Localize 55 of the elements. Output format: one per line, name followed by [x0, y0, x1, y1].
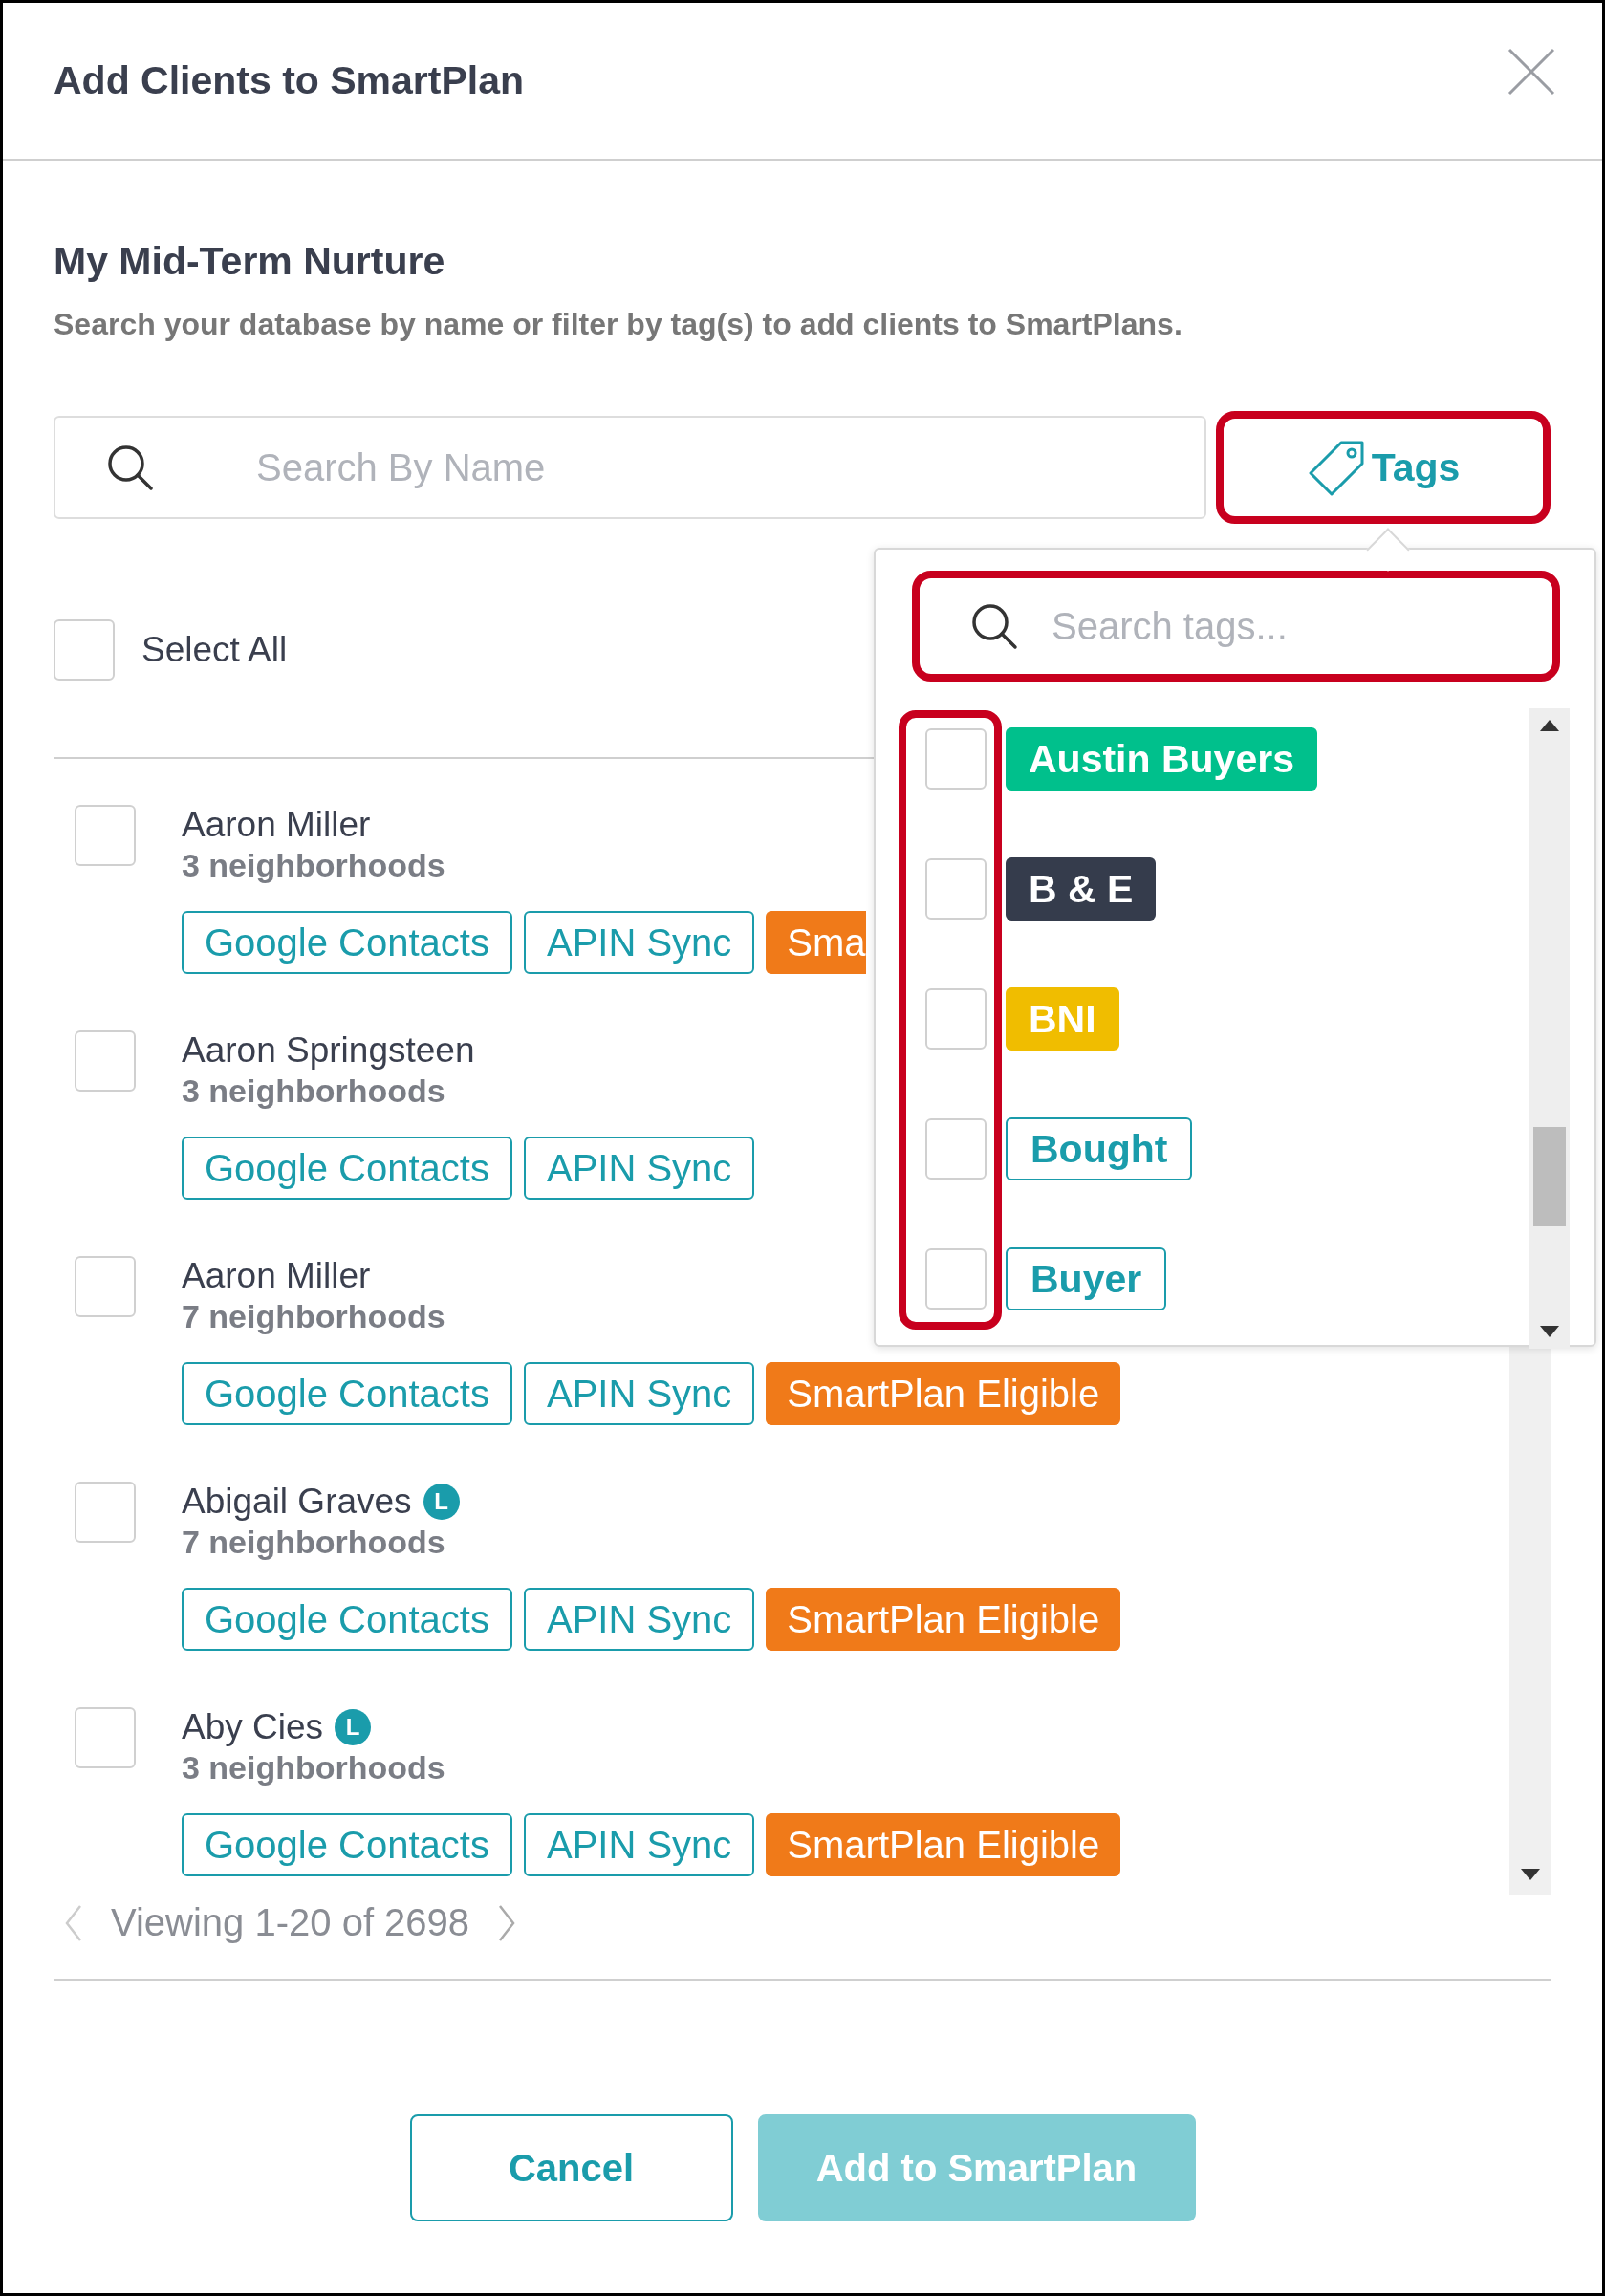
checkbox[interactable] [925, 988, 987, 1050]
select-all-label: Select All [141, 630, 288, 670]
tag-chip: SmartPlan Eligible [766, 1362, 1121, 1425]
checkbox[interactable] [75, 805, 136, 866]
tag-chip: Austin Buyers [1006, 727, 1317, 791]
neighborhood-count: 3 neighborhoods [182, 847, 445, 884]
tag-chip: Bought [1006, 1117, 1193, 1180]
tag-chip: BNI [1006, 987, 1119, 1051]
tag-chip: APIN Sync [523, 1588, 755, 1651]
neighborhood-count: 7 neighborhoods [182, 1298, 445, 1335]
tag-chip: APIN Sync [523, 1813, 755, 1876]
close-icon[interactable] [1507, 46, 1556, 97]
tag-chip: APIN Sync [523, 1137, 755, 1200]
tag-chip: SmartPlan Eligible [766, 1813, 1121, 1876]
tag-chip: B & E [1006, 857, 1157, 921]
tag-chip: SmartPlan Eligible [766, 1588, 1121, 1651]
section-title: My Mid-Term Nurture [54, 239, 446, 284]
scroll-down-icon[interactable] [1521, 1869, 1540, 1880]
status-badge: L [423, 1484, 460, 1520]
checkbox[interactable] [925, 728, 987, 790]
pagination-text: Viewing 1-20 of 2698 [111, 1901, 470, 1944]
checkbox[interactable] [75, 1482, 136, 1543]
checkbox[interactable] [925, 1248, 987, 1310]
tag-chip: APIN Sync [523, 911, 755, 974]
client-name[interactable]: Aby Cies [182, 1707, 324, 1747]
tag-chip: APIN Sync [523, 1362, 755, 1425]
checkbox[interactable] [75, 1707, 136, 1768]
tag-chip: Google Contacts [182, 1362, 512, 1425]
description: Search your database by name or filter by tag(s) to add clients to SmartPlans. [54, 307, 1183, 342]
checkbox[interactable] [75, 1030, 136, 1092]
status-badge: L [335, 1709, 372, 1745]
tag-chip: Google Contacts [182, 1588, 512, 1651]
client-name[interactable]: Aaron Miller [182, 805, 371, 845]
tag-chip: Buyer [1006, 1247, 1167, 1310]
client-name[interactable]: Abigail Graves [182, 1482, 412, 1522]
tag-chip: Google Contacts [182, 911, 512, 974]
scroll-thumb[interactable] [1533, 1127, 1566, 1226]
tag-chip: Sma [766, 911, 866, 974]
checkbox[interactable] [75, 1256, 136, 1317]
scrollbar[interactable] [1529, 708, 1570, 1349]
tag-search-field[interactable]: Search tags... [912, 571, 1560, 682]
tag-chip: Google Contacts [182, 1137, 512, 1200]
scroll-up-icon[interactable] [1540, 720, 1559, 731]
modal-title: Add Clients to SmartPlan [54, 58, 525, 103]
neighborhood-count: 3 neighborhoods [182, 1749, 445, 1787]
scroll-down-icon[interactable] [1540, 1326, 1559, 1337]
client-name[interactable]: Aaron Miller [182, 1256, 371, 1296]
neighborhood-count: 7 neighborhoods [182, 1524, 445, 1561]
checkbox[interactable] [925, 858, 987, 920]
checkbox[interactable] [54, 619, 115, 681]
checkbox[interactable] [925, 1118, 987, 1180]
client-name[interactable]: Aaron Springsteen [182, 1030, 475, 1071]
search-field[interactable]: Search By Name [54, 416, 1206, 519]
tag-chip: Google Contacts [182, 1813, 512, 1876]
neighborhood-count: 3 neighborhoods [182, 1072, 445, 1110]
